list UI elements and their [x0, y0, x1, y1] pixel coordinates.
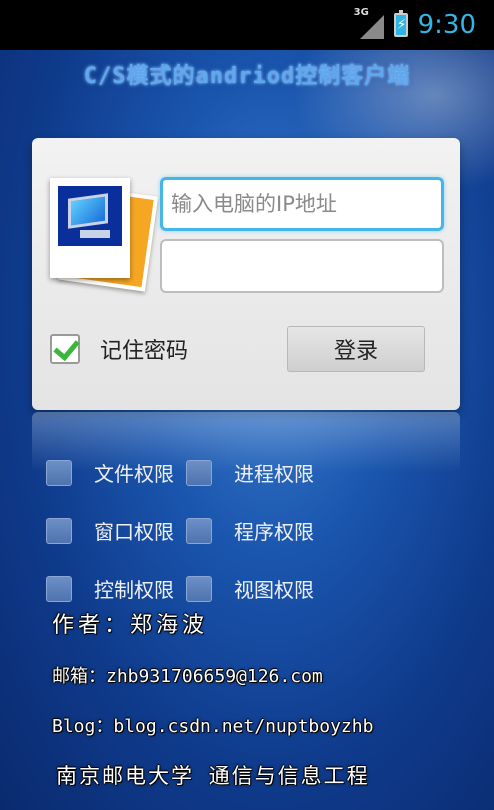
- password-input[interactable]: [160, 239, 444, 293]
- school-text: 南京邮电大学 通信与信息工程: [56, 764, 370, 788]
- permission-label: 进程权限: [234, 462, 314, 486]
- permission-checkbox[interactable]: [46, 575, 72, 602]
- main-screen: C/S模式的andriod控制客户端 记住密码 登录 文件权限: [0, 50, 494, 810]
- permission-label: 窗口权限: [94, 520, 174, 544]
- login-button[interactable]: 登录: [287, 326, 425, 372]
- permission-control[interactable]: 控制权限: [46, 574, 174, 603]
- remember-password-label: 记住密码: [100, 339, 189, 364]
- permission-process[interactable]: 进程权限: [186, 458, 314, 487]
- permission-checkbox[interactable]: [186, 517, 212, 544]
- computer-avatar: [46, 176, 161, 301]
- remember-password[interactable]: 记住密码: [50, 333, 188, 365]
- signal-icon: 3G: [354, 7, 384, 39]
- app-title: C/S模式的andriod控制客户端: [83, 64, 411, 89]
- battery-charging-icon: ⚡: [393, 10, 408, 37]
- author-text: 作者：郑海波: [52, 613, 209, 638]
- login-card: 记住密码 登录: [32, 138, 460, 410]
- permission-checkbox[interactable]: [186, 459, 212, 486]
- permission-checkbox[interactable]: [46, 459, 72, 486]
- permission-label: 文件权限: [94, 462, 174, 486]
- ip-address-input[interactable]: [160, 177, 444, 231]
- permission-checkbox[interactable]: [46, 517, 72, 544]
- permission-window[interactable]: 窗口权限: [46, 516, 174, 545]
- status-clock: 9:30: [417, 10, 476, 40]
- email-text: 邮箱：zhb931706659@126.com: [52, 666, 323, 687]
- computer-icon: [58, 186, 122, 246]
- permission-view[interactable]: 视图权限: [186, 574, 314, 603]
- remember-password-checkbox[interactable]: [50, 334, 80, 364]
- status-bar: 3G ⚡ 9:30: [0, 0, 494, 50]
- permission-label: 程序权限: [234, 520, 314, 544]
- permissions-grid: 文件权限 进程权限 窗口权限 程序权限 控制权限 视图权限: [46, 458, 466, 632]
- photo-frame-front: [50, 178, 130, 278]
- permission-file[interactable]: 文件权限: [46, 458, 174, 487]
- permission-label: 视图权限: [234, 578, 314, 602]
- permission-program[interactable]: 程序权限: [186, 516, 314, 545]
- permission-label: 控制权限: [94, 578, 174, 602]
- permission-checkbox[interactable]: [186, 575, 212, 602]
- blog-text: Blog：blog.csdn.net/nuptboyzhb: [52, 716, 374, 737]
